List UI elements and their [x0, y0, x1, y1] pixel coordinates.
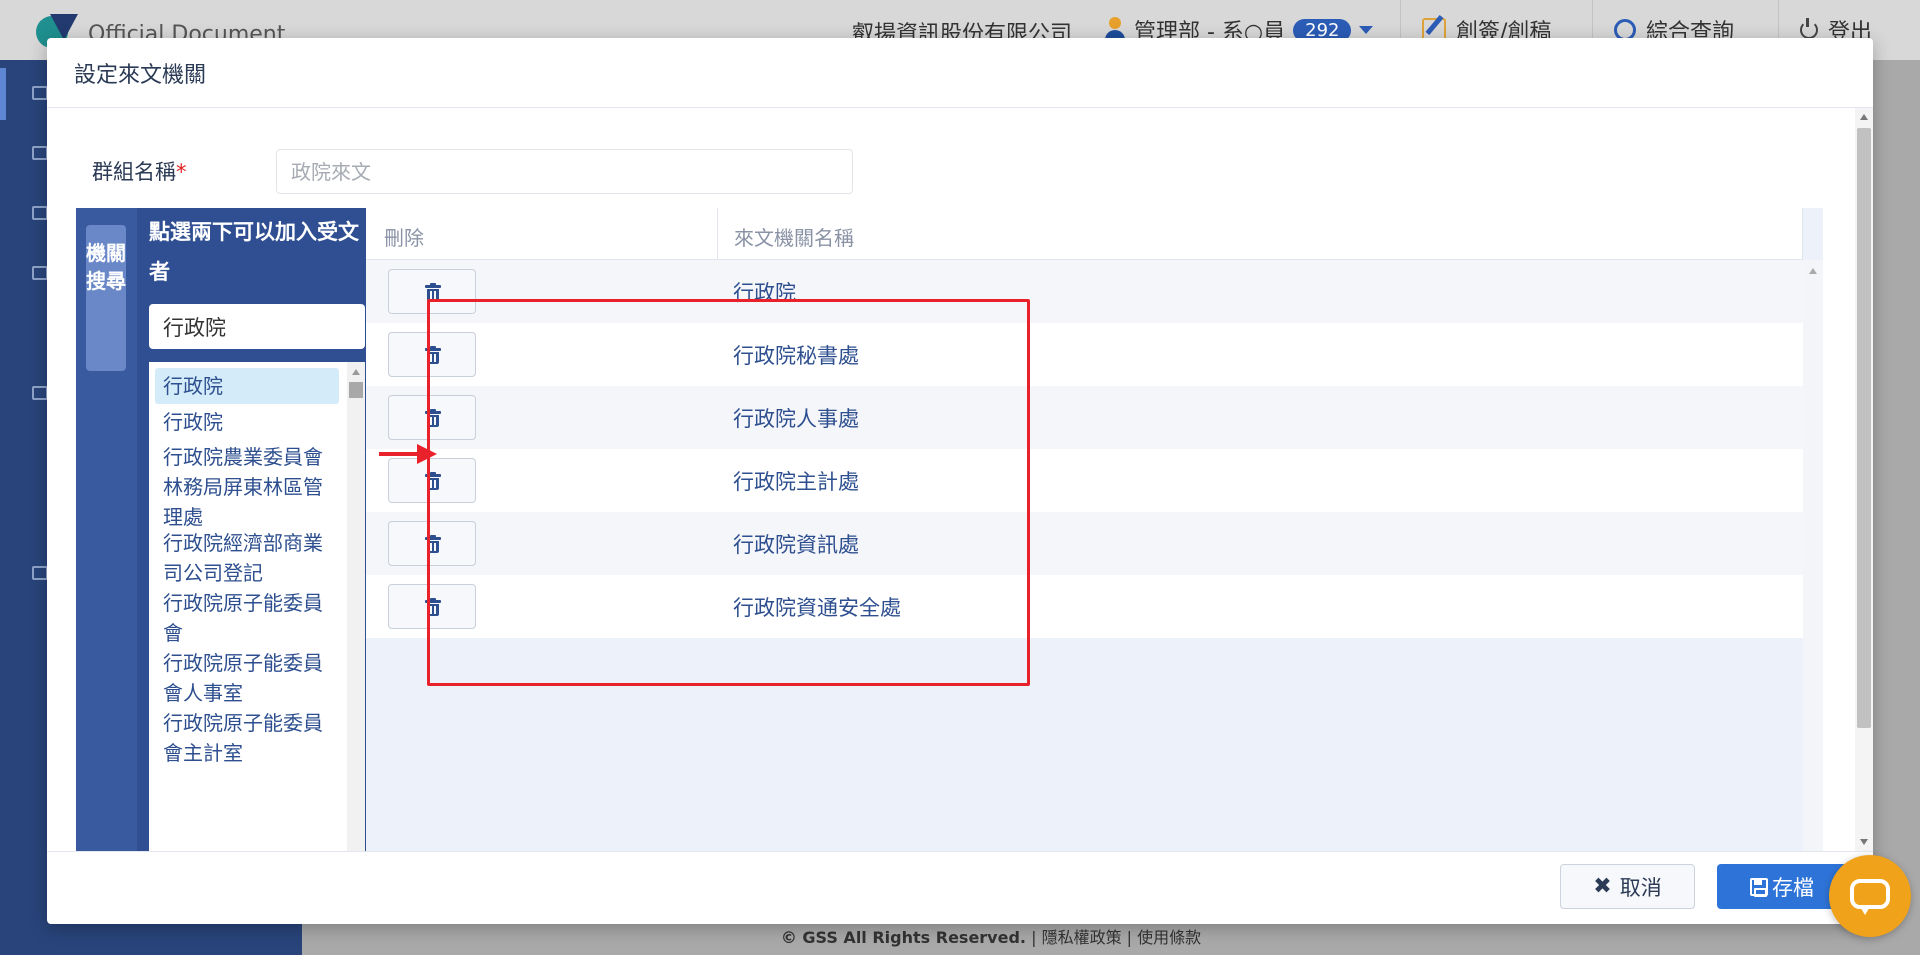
- folder-icon[interactable]: [32, 146, 48, 160]
- modal-scrollbar[interactable]: [1855, 108, 1873, 851]
- footer-privacy-link[interactable]: 隱私權政策: [1042, 928, 1122, 947]
- group-name-label: 群組名稱*: [92, 156, 187, 186]
- trash-icon: [425, 535, 441, 553]
- sidebar-active-indicator: [0, 68, 6, 120]
- trash-icon: [425, 409, 441, 427]
- column-header-delete: 刪除: [384, 226, 424, 250]
- agency-settings-modal: 設定來文機關 群組名稱* 機關搜尋 點選兩下可以加入受文者 行政院 行政院 行政…: [47, 38, 1873, 924]
- agency-name-cell: 行政院: [733, 281, 796, 305]
- list-item[interactable]: 行政院: [155, 407, 339, 437]
- contact-icon[interactable]: [32, 566, 48, 580]
- chevron-down-icon: [1359, 26, 1374, 34]
- list-item[interactable]: 行政院: [155, 368, 339, 404]
- delete-button[interactable]: [388, 584, 476, 629]
- table-row: 行政院資訊處: [366, 512, 1803, 575]
- group-name-input[interactable]: [276, 149, 853, 194]
- briefcase-icon[interactable]: [32, 266, 48, 280]
- modal-body: 群組名稱* 機關搜尋 點選兩下可以加入受文者 行政院 行政院 行政院農業委員會林…: [47, 108, 1873, 851]
- delete-button[interactable]: [388, 395, 476, 440]
- table-row: 行政院人事處: [366, 386, 1803, 449]
- table-row: 行政院秘書處: [366, 323, 1803, 386]
- agency-grid: 刪除 來文機關名稱 行政院 行政院秘書處 行政院人事處 行政院主計處 行政院資訊…: [366, 208, 1823, 851]
- delete-button[interactable]: [388, 332, 476, 377]
- list-item[interactable]: 行政院經濟部商業司公司登記: [155, 528, 339, 588]
- save-button[interactable]: 存檔: [1717, 864, 1847, 909]
- close-icon: ✖: [1593, 874, 1612, 899]
- agency-name-cell: 行政院主計處: [733, 470, 859, 494]
- agency-name-cell: 行政院秘書處: [733, 344, 859, 368]
- table-row: 行政院: [366, 260, 1803, 323]
- list-item[interactable]: 行政院原子能委員會人事室: [155, 648, 339, 708]
- delete-button[interactable]: [388, 269, 476, 314]
- floppy-icon: [1750, 877, 1768, 897]
- folder-icon[interactable]: [32, 206, 48, 220]
- result-list-scrollbar[interactable]: [347, 362, 365, 851]
- search-panel-content: 點選兩下可以加入受文者 行政院 行政院 行政院農業委員會林務局屏東林區管理處 行…: [137, 208, 366, 851]
- list-item[interactable]: 行政院原子能委員會主計室: [155, 708, 339, 768]
- modal-header: 設定來文機關: [47, 38, 1873, 108]
- double-click-hint: 點選兩下可以加入受文者: [149, 220, 359, 284]
- agency-search-panel: 機關搜尋 點選兩下可以加入受文者 行政院 行政院 行政院農業委員會林務局屏東林區…: [76, 208, 366, 851]
- save-label: 存檔: [1772, 875, 1814, 900]
- footer-copyright: © GSS All Rights Reserved.: [780, 928, 1026, 947]
- required-mark: *: [176, 160, 187, 184]
- cancel-label: 取消: [1619, 875, 1662, 900]
- cancel-button[interactable]: ✖ 取消: [1560, 864, 1695, 909]
- footer-terms-link[interactable]: 使用條款: [1137, 928, 1201, 947]
- list-item[interactable]: 行政院原子能委員會: [155, 588, 339, 648]
- grid-header: 刪除 來文機關名稱: [366, 208, 1803, 260]
- app-footer: © GSS All Rights Reserved. | 隱私權政策 | 使用條…: [780, 928, 1202, 947]
- power-icon: [1800, 18, 1818, 39]
- arrow-icon: [379, 444, 439, 466]
- grid-scrollbar[interactable]: [1803, 260, 1823, 851]
- trash-icon: [425, 346, 441, 364]
- trash-icon: [425, 283, 441, 301]
- tab-agency-search[interactable]: 機關搜尋: [86, 225, 126, 371]
- folder-icon[interactable]: [32, 86, 48, 100]
- table-row: 行政院資通安全處: [366, 575, 1803, 638]
- agency-name-cell: 行政院資訊處: [733, 533, 859, 557]
- delete-button[interactable]: [388, 521, 476, 566]
- search-result-list: 行政院 行政院 行政院農業委員會林務局屏東林區管理處 行政院經濟部商業司公司登記…: [149, 362, 365, 851]
- agency-search-input[interactable]: [149, 304, 365, 349]
- agency-name-cell: 行政院資通安全處: [733, 596, 901, 620]
- chat-button[interactable]: [1829, 855, 1911, 937]
- table-row: 行政院主計處: [366, 449, 1803, 512]
- column-header-agency-name: 來文機關名稱: [734, 226, 854, 250]
- list-item[interactable]: 行政院農業委員會林務局屏東林區管理處: [155, 442, 339, 532]
- trash-icon: [425, 598, 441, 616]
- modal-title: 設定來文機關: [74, 63, 207, 88]
- clipboard-icon[interactable]: [32, 386, 48, 400]
- group-name-label-text: 群組名稱: [92, 160, 176, 184]
- modal-footer: ✖ 取消 存檔: [47, 851, 1873, 924]
- agency-name-cell: 行政院人事處: [733, 407, 859, 431]
- trash-icon: [425, 472, 441, 490]
